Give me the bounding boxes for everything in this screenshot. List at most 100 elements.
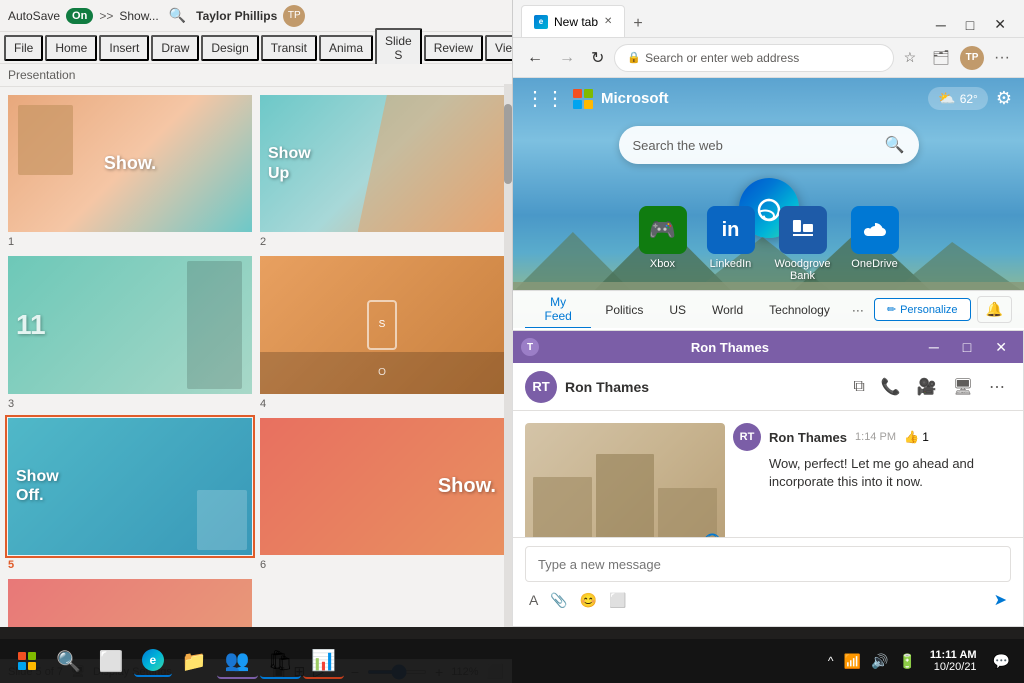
search-icon[interactable]: 🔍	[169, 7, 186, 24]
explorer-taskbar-btn[interactable]: 📁	[174, 645, 215, 678]
notification-center-btn[interactable]: 💬	[987, 651, 1016, 672]
browser-close[interactable]: ✕	[984, 16, 1016, 33]
quick-link-linkedin[interactable]: in LinkedIn	[706, 206, 754, 282]
slide-4[interactable]: S O	[260, 256, 504, 393]
apps-grid-icon[interactable]: ⋮⋮	[525, 86, 565, 111]
menu-slide-show[interactable]: Slide S	[375, 28, 422, 68]
message-text-container: RT Ron Thames 1:14 PM 👍 1 Wow, perfect! …	[733, 423, 1011, 491]
start-btn[interactable]	[8, 648, 46, 674]
page-settings-btn[interactable]: ⚙	[996, 88, 1012, 109]
slide-6-container[interactable]: Show. 6	[260, 418, 504, 555]
menu-design[interactable]: Design	[201, 35, 258, 61]
favorites-btn[interactable]: ☆	[898, 45, 923, 70]
slide-2[interactable]: ShowUp	[260, 95, 504, 232]
tab-technology[interactable]: Technology	[757, 299, 842, 321]
battery-btn[interactable]: 🔋	[894, 651, 919, 672]
slide-4-container[interactable]: S O 4	[260, 256, 504, 393]
notifications-btn[interactable]: 🔔	[977, 296, 1012, 323]
autosave-toggle[interactable]: On	[66, 8, 93, 24]
menu-file[interactable]: File	[4, 35, 43, 61]
taskbar: 🔍 ⬜ e 📁 👥 🛍 📊 ^ 📶 🔊 🔋 11:11 AM 10/20/21 …	[0, 639, 1024, 683]
show-hidden-btn[interactable]: ^	[824, 652, 838, 670]
tab-us[interactable]: US	[657, 299, 698, 321]
slide-5-container[interactable]: ShowOff. 5	[8, 418, 252, 555]
ppt-taskbar-btn[interactable]: 📊	[303, 644, 344, 679]
win-logo-red	[18, 652, 26, 660]
tab-politics[interactable]: Politics	[593, 299, 655, 321]
teams-close[interactable]: ✕	[987, 339, 1015, 356]
quick-link-xbox[interactable]: 🎮 Xbox	[638, 206, 686, 282]
send-btn[interactable]: ➤	[990, 586, 1011, 614]
quick-link-onedrive[interactable]: OneDrive	[851, 206, 899, 282]
search-icon[interactable]: 🔍	[885, 135, 905, 155]
edge-taskbar-btn[interactable]: e	[134, 645, 172, 677]
tab-more[interactable]: ···	[844, 299, 872, 321]
search-taskbar-btn[interactable]: 🔍	[48, 645, 89, 678]
slide-1-container[interactable]: Show. 1	[8, 95, 252, 232]
slide-7-container[interactable]	[8, 579, 252, 627]
share-screen-btn[interactable]: 🖥	[947, 373, 979, 401]
weather-widget[interactable]: ⛅ 62°	[928, 87, 988, 110]
collections-btn[interactable]: 🗂	[926, 45, 956, 70]
attach-btn[interactable]: 📎	[546, 588, 571, 613]
tab-world[interactable]: World	[700, 299, 755, 321]
menu-review[interactable]: Review	[424, 35, 483, 61]
teams-panel: T Ron Thames ─ □ ✕ RT Ron Thames ⧉ 📞 🎥 🖥…	[512, 330, 1024, 627]
personalize-label: Personalize	[900, 304, 957, 316]
slide-7[interactable]	[8, 579, 252, 627]
tab-close-icon[interactable]: ✕	[604, 16, 612, 27]
slide-6[interactable]: Show.	[260, 418, 504, 555]
slide-1[interactable]: Show.	[8, 95, 252, 232]
slide-3[interactable]: 11	[8, 256, 252, 393]
volume-btn[interactable]: 🔊	[867, 651, 892, 672]
back-btn[interactable]: ←	[521, 45, 549, 71]
slide-2-container[interactable]: ShowUp 2	[260, 95, 504, 232]
compose-input[interactable]	[525, 546, 1011, 582]
tab-favicon: e	[534, 15, 548, 29]
slide-5-num: 5	[8, 559, 14, 571]
msg-sender: Ron Thames	[769, 430, 847, 445]
settings-more-btn[interactable]: ···	[988, 45, 1016, 71]
new-tab-btn[interactable]: +	[625, 11, 650, 37]
tab-myfeed[interactable]: My Feed	[525, 291, 591, 329]
quick-link-woodgrove[interactable]: Woodgrove Bank	[774, 206, 830, 282]
more-options-btn[interactable]: ⋯	[983, 373, 1011, 401]
scroll-track[interactable]	[504, 84, 512, 627]
task-view-btn[interactable]: ⬜	[91, 645, 132, 678]
copy-btn[interactable]: ⧉	[847, 373, 870, 401]
menu-anima[interactable]: Anima	[319, 35, 373, 61]
personalize-icon: ✏	[887, 303, 896, 316]
sticker-btn[interactable]: ⬜	[605, 588, 630, 613]
contact-avatar: RT	[525, 371, 557, 403]
refresh-btn[interactable]: ↻	[585, 44, 610, 72]
store-taskbar-btn[interactable]: 🛍	[260, 644, 301, 679]
user-avatar[interactable]: TP	[283, 5, 305, 27]
slide-5[interactable]: ShowOff.	[8, 418, 252, 555]
format-btn[interactable]: A	[525, 588, 542, 612]
menu-draw[interactable]: Draw	[151, 35, 199, 61]
xbox-label: Xbox	[650, 258, 675, 270]
browser-tab-new[interactable]: e New tab ✕	[521, 5, 625, 37]
teams-minimize[interactable]: ─	[921, 339, 947, 355]
address-bar[interactable]: 🔒 Search or enter web address	[614, 44, 893, 72]
menu-home[interactable]: Home	[45, 35, 97, 61]
menu-insert[interactable]: Insert	[99, 35, 149, 61]
browser-minimize[interactable]: ─	[926, 17, 956, 33]
phone-btn[interactable]: 📞	[875, 373, 907, 401]
menu-transit[interactable]: Transit	[261, 35, 317, 61]
chat-header-icons: ⧉ 📞 🎥 🖥 ⋯	[847, 373, 1011, 401]
profile-avatar[interactable]: TP	[960, 46, 984, 70]
browser-maximize[interactable]: □	[956, 17, 984, 33]
forward-btn[interactable]: →	[553, 45, 581, 71]
teams-restore[interactable]: □	[955, 339, 979, 355]
video-btn[interactable]: 🎥	[911, 373, 943, 401]
expand-btn[interactable]: >>	[99, 9, 113, 23]
wifi-btn[interactable]: 📶	[840, 651, 865, 672]
scroll-thumb[interactable]	[504, 104, 512, 184]
personalize-btn[interactable]: ✏ Personalize	[874, 298, 971, 321]
emoji-btn[interactable]: 😊	[576, 588, 601, 613]
teams-taskbar-btn[interactable]: 👥	[217, 644, 258, 679]
clock[interactable]: 11:11 AM 10/20/21	[922, 647, 985, 675]
slide-3-container[interactable]: 11 3	[8, 256, 252, 393]
search-box[interactable]: Search the web 🔍	[619, 126, 919, 164]
